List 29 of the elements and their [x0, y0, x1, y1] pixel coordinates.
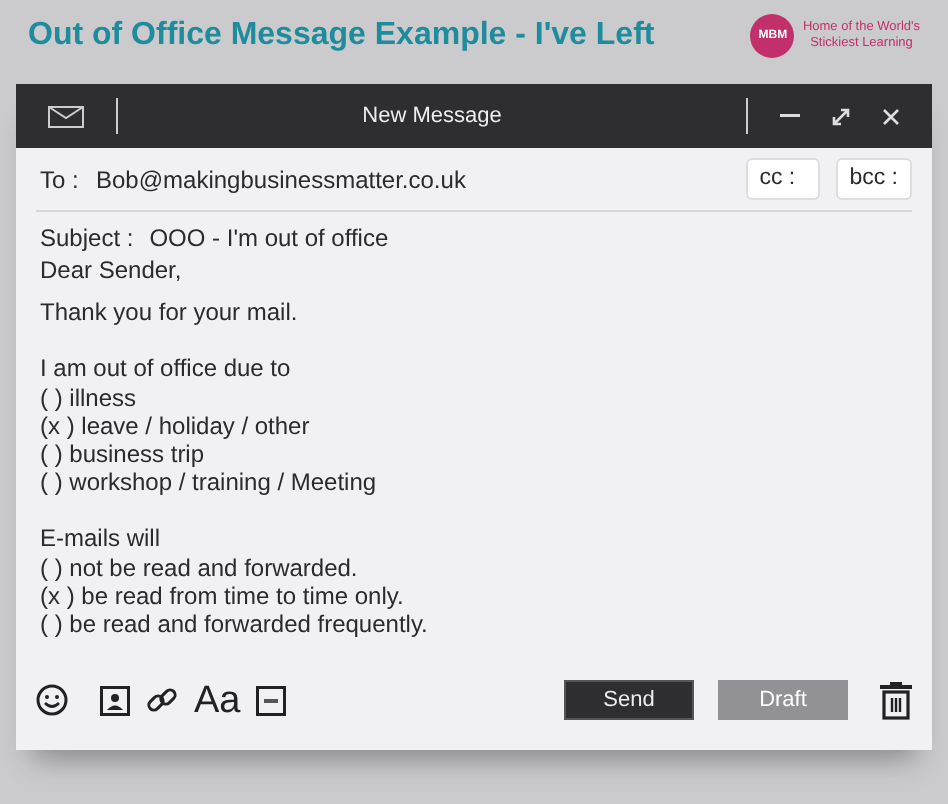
body-line: ( ) workshop / training / Meeting: [40, 468, 379, 497]
to-field[interactable]: Bob@makingbusinessmatter.co.uk: [96, 161, 746, 197]
body-line: I am out of office due to: [40, 354, 293, 384]
bcc-field[interactable]: bcc :: [835, 157, 912, 201]
body-line: ( ) illness: [40, 383, 139, 412]
body-line: E-mails will: [40, 524, 162, 554]
link-icon[interactable]: [146, 684, 178, 717]
subject-label: Subject :: [40, 222, 134, 256]
minimize-icon[interactable]: [780, 114, 800, 118]
to-label: To :: [38, 163, 81, 197]
text-format-button[interactable]: Aa: [194, 681, 241, 720]
window-title: New Message: [360, 101, 504, 132]
body-line: (x ) be read from time to time only.: [40, 581, 406, 611]
body-line: ( ) not be read and forwarded.: [40, 553, 360, 582]
body-line: ( ) business trip: [40, 440, 207, 469]
body-line: ( ) be read and forwarded frequently.: [40, 610, 430, 639]
image-icon[interactable]: [100, 685, 130, 716]
subject-field[interactable]: OOO - I'm out of office: [149, 220, 389, 256]
body-line: Dear Sender,: [40, 256, 184, 285]
mail-icon[interactable]: [48, 105, 84, 127]
expand-icon[interactable]: [832, 107, 850, 125]
page-title: Out of Office Message Example - I've Left: [28, 16, 655, 56]
body-line: (x ) leave / holiday / other: [40, 411, 312, 441]
close-icon[interactable]: [882, 107, 900, 125]
send-button[interactable]: Send: [564, 680, 694, 721]
trash-icon[interactable]: [880, 681, 912, 720]
cc-field[interactable]: cc :: [745, 157, 820, 201]
emoji-icon[interactable]: [36, 684, 68, 717]
body-line: Thank you for your mail.: [40, 298, 300, 327]
